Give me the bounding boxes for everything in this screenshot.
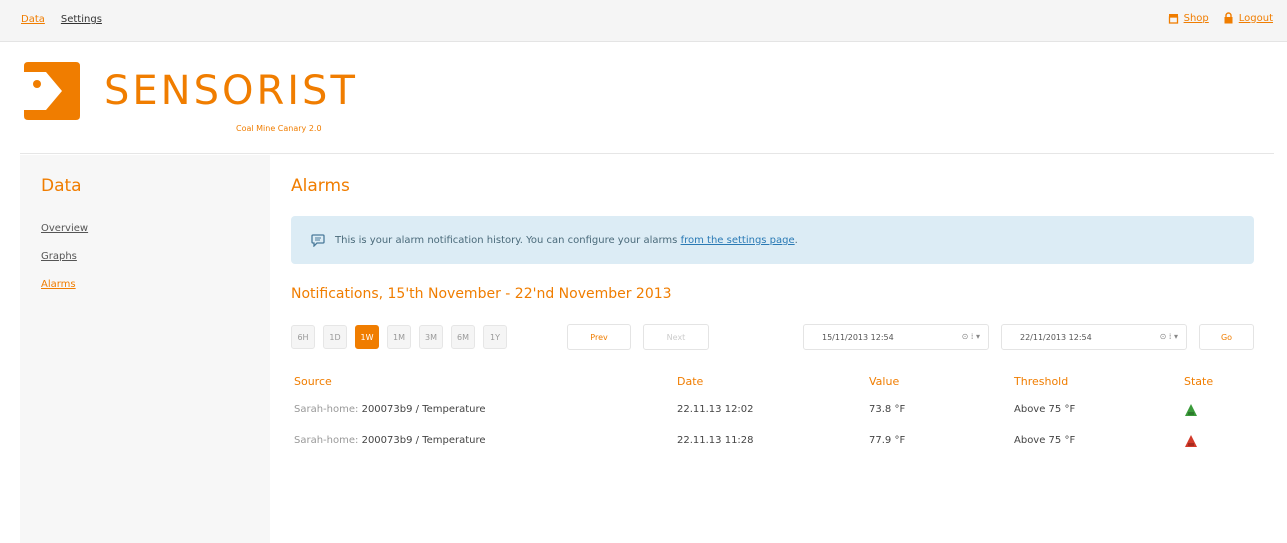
sidebar: Data Overview Graphs Alarms xyxy=(20,155,270,543)
time-range-selector: 6H 1D 1W 1M 3M 6M 1Y xyxy=(291,325,507,349)
column-header-state: State xyxy=(1184,375,1214,388)
state-alarm-icon xyxy=(1185,435,1197,447)
to-date-input[interactable]: 22/11/2013 12:54 ⊙ ⁞ ▾ xyxy=(1001,324,1187,350)
cell-value: 77.9 °F xyxy=(869,435,906,446)
brand-tagline: Coal Mine Canary 2.0 xyxy=(236,124,322,133)
top-nav-settings-link[interactable]: Settings xyxy=(61,14,102,25)
sidebar-title: Data xyxy=(41,176,82,196)
notifications-heading: Notifications, 15'th November - 22'nd No… xyxy=(291,286,672,302)
shop-link[interactable]: Shop xyxy=(1168,13,1209,24)
range-1w-button[interactable]: 1W xyxy=(355,325,379,349)
column-header-source: Source xyxy=(294,375,332,388)
table-header: Source Date Value Threshold State xyxy=(291,372,1254,396)
cell-date: 22.11.13 11:28 xyxy=(677,435,754,446)
source-name: 200073b9 / Temperature xyxy=(361,435,486,446)
top-nav-data-link[interactable]: Data xyxy=(21,14,45,25)
column-header-value: Value xyxy=(869,375,900,388)
main-content: Alarms This is your alarm notification h… xyxy=(270,155,1274,543)
cell-value: 73.8 °F xyxy=(869,404,906,415)
prev-button[interactable]: Prev xyxy=(567,324,631,350)
column-header-date: Date xyxy=(677,375,704,388)
to-date-value: 22/11/2013 12:54 xyxy=(1020,332,1092,342)
cell-threshold: Above 75 °F xyxy=(1014,404,1076,415)
chat-bubble-icon xyxy=(311,233,325,247)
from-date-value: 15/11/2013 12:54 xyxy=(822,332,894,342)
to-date-controls[interactable]: ⊙ ⁞ ▾ xyxy=(1160,332,1178,341)
range-3m-button[interactable]: 3M xyxy=(419,325,443,349)
source-name: 200073b9 / Temperature xyxy=(361,404,486,415)
range-6h-button[interactable]: 6H xyxy=(291,325,315,349)
settings-page-link[interactable]: from the settings page xyxy=(681,235,795,246)
logout-link[interactable]: Logout xyxy=(1223,12,1273,24)
range-1d-button[interactable]: 1D xyxy=(323,325,347,349)
info-message: This is your alarm notification history.… xyxy=(335,234,678,246)
next-button[interactable]: Next xyxy=(643,324,709,350)
cell-date: 22.11.13 12:02 xyxy=(677,404,754,415)
sidebar-item-alarms[interactable]: Alarms xyxy=(41,279,88,307)
cell-source: Sarah-home: 200073b9 / Temperature xyxy=(294,404,486,415)
range-1y-button[interactable]: 1Y xyxy=(483,325,507,349)
user-nav: Shop Logout xyxy=(1168,12,1273,24)
shop-label: Shop xyxy=(1183,12,1209,24)
from-date-input[interactable]: 15/11/2013 12:54 ⊙ ⁞ ▾ xyxy=(803,324,989,350)
sidebar-item-overview[interactable]: Overview xyxy=(41,223,88,251)
state-ok-icon xyxy=(1185,404,1197,416)
top-bar: Data Settings Shop Logout xyxy=(0,0,1287,42)
source-prefix: Sarah-home: xyxy=(294,435,359,446)
range-6m-button[interactable]: 6M xyxy=(451,325,475,349)
cell-threshold: Above 75 °F xyxy=(1014,435,1076,446)
logout-label: Logout xyxy=(1238,12,1273,24)
sidebar-item-graphs[interactable]: Graphs xyxy=(41,251,88,279)
table-row: Sarah-home: 200073b9 / Temperature 22.11… xyxy=(291,427,1254,458)
lock-icon xyxy=(1224,12,1233,24)
page-title: Alarms xyxy=(291,176,350,196)
shop-icon xyxy=(1168,13,1178,24)
sensorist-logo-icon xyxy=(24,62,80,120)
brand-name: SENSORIST xyxy=(104,68,358,114)
table-row: Sarah-home: 200073b9 / Temperature 22.11… xyxy=(291,396,1254,427)
top-nav: Data Settings xyxy=(21,14,102,25)
sidebar-menu: Overview Graphs Alarms xyxy=(41,223,88,307)
from-date-controls[interactable]: ⊙ ⁞ ▾ xyxy=(962,332,980,341)
info-trailing: . xyxy=(794,234,798,246)
header-divider xyxy=(20,153,1274,154)
info-text: This is your alarm notification history.… xyxy=(335,235,798,246)
column-header-threshold: Threshold xyxy=(1014,375,1069,388)
range-1m-button[interactable]: 1M xyxy=(387,325,411,349)
cell-source: Sarah-home: 200073b9 / Temperature xyxy=(294,435,486,446)
notifications-table: Source Date Value Threshold State Sarah-… xyxy=(291,372,1254,458)
info-alert: This is your alarm notification history.… xyxy=(291,216,1254,264)
source-prefix: Sarah-home: xyxy=(294,404,359,415)
go-button[interactable]: Go xyxy=(1199,324,1254,350)
